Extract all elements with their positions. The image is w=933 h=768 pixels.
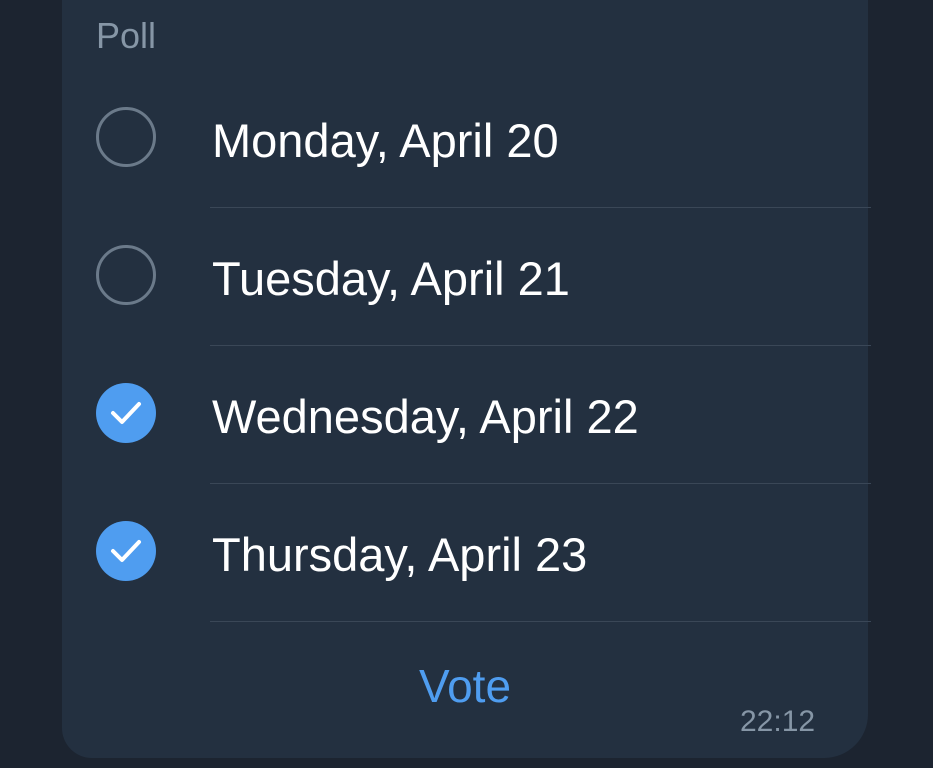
poll-option-thursday[interactable]: Thursday, April 23 (62, 484, 868, 622)
checkmark-icon[interactable] (96, 383, 156, 443)
poll-option-wednesday[interactable]: Wednesday, April 22 (62, 346, 868, 484)
option-divider (210, 621, 871, 622)
poll-option-label: Tuesday, April 21 (212, 252, 570, 305)
poll-option-label: Wednesday, April 22 (212, 390, 639, 443)
checkmark-icon[interactable] (96, 521, 156, 581)
poll-option-monday[interactable]: Monday, April 20 (62, 70, 868, 208)
poll-option-label: Monday, April 20 (212, 114, 559, 167)
message-timestamp: 22:12 (740, 705, 816, 738)
radio-unchecked-icon[interactable] (96, 245, 156, 305)
poll-type-label: Poll (96, 15, 157, 56)
radio-unchecked-icon[interactable] (96, 107, 156, 167)
poll-option-label: Thursday, April 23 (212, 528, 588, 581)
poll-option-tuesday[interactable]: Tuesday, April 21 (62, 208, 868, 346)
